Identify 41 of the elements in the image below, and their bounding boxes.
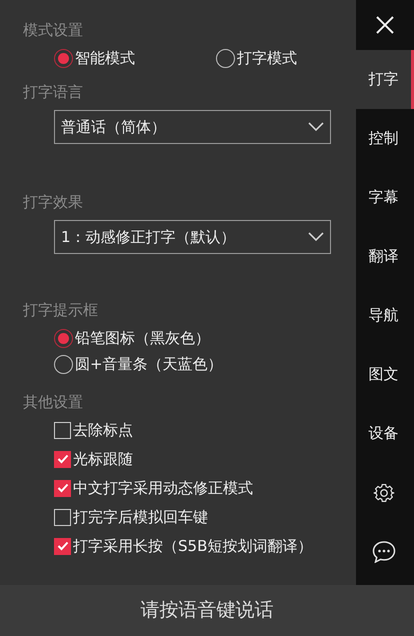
radio-label: 铅笔图标（黑灰色） [75,328,210,348]
sidebar-tab[interactable]: 翻译 [356,227,414,286]
section-title: 其他设置 [23,392,83,412]
sidebar-tab[interactable]: 字幕 [356,168,414,227]
radio-button[interactable] [216,48,235,68]
radio-label: 圆+音量条（天蓝色） [75,354,223,374]
close-icon [375,15,395,35]
section-title: 模式设置 [23,20,83,40]
radio-button[interactable] [54,328,73,348]
sidebar-tab[interactable]: 导航 [356,286,414,345]
sidebar-tab[interactable]: 设备 [356,404,414,463]
chevron-down-icon [308,122,324,132]
radio-button[interactable] [54,354,73,374]
checkmark-icon [56,454,68,464]
sidebar-tab[interactable]: 控制 [356,109,414,168]
section-title: 打字语言 [23,82,83,102]
checkbox[interactable] [54,480,71,496]
radio-label: 智能模式 [75,48,135,68]
checkbox-label: 打字采用长按（S5B短按划词翻译） [73,536,312,556]
checkbox-label: 中文打字采用动态修正模式 [73,478,253,498]
chevron-down-icon [308,232,324,242]
chat-icon[interactable] [372,540,396,562]
checkmark-icon [56,483,68,493]
checkbox-label: 打完字后模拟回车键 [73,507,208,527]
voice-prompt-text: 请按语音键说话 [140,598,274,624]
sidebar-tab[interactable]: 图文 [356,345,414,404]
checkbox-label: 光标跟随 [73,449,133,469]
section-title: 打字提示框 [23,300,98,320]
checkbox[interactable] [54,508,71,526]
checkbox[interactable] [54,450,71,468]
checkbox-label: 去除标点 [73,420,133,440]
checkbox[interactable] [54,538,71,554]
dropdown-field[interactable]: 1：动感修正打字（默认） [54,220,331,254]
section-title: 打字效果 [23,192,83,212]
dropdown-field[interactable]: 普通话（简体） [54,110,331,144]
radio-label: 打字模式 [237,48,297,68]
checkbox[interactable] [54,422,71,438]
sidebar-tab[interactable]: 打字 [356,50,414,109]
checkmark-icon [56,541,68,551]
settings-icon[interactable] [372,482,394,504]
radio-button[interactable] [54,48,73,68]
